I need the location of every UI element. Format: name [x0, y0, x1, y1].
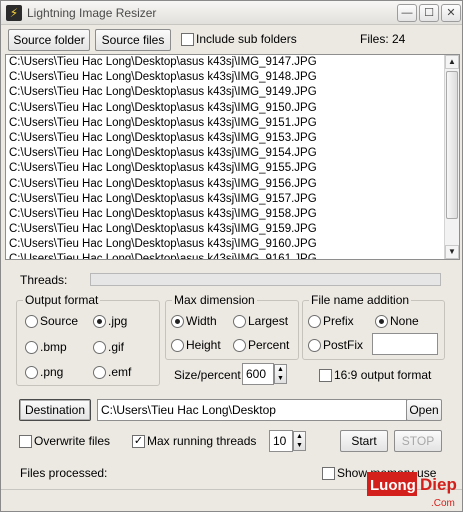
app-window: ⚡ Lightning Image Resizer — ☐ ✕ Source f… — [0, 0, 463, 512]
file-list-item[interactable]: C:\Users\Tieu Hac Long\Desktop\asus k43s… — [6, 161, 445, 176]
max-dimension-width-label: Width — [186, 314, 217, 328]
max-dimension-percent-label: Percent — [248, 338, 290, 352]
file-list-item[interactable]: C:\Users\Tieu Hac Long\Desktop\asus k43s… — [6, 55, 445, 70]
luongdiep-watermark-logo: Luong Diep .Com — [367, 472, 457, 509]
max-dimension-width-radio[interactable] — [171, 315, 184, 328]
output-format-legend: Output format — [23, 293, 101, 307]
output-format-emf-radio[interactable] — [93, 366, 106, 379]
include-subfolders-checkbox[interactable] — [181, 33, 194, 46]
max-dimension-height-label: Height — [186, 338, 221, 352]
file-list-item[interactable]: C:\Users\Tieu Hac Long\Desktop\asus k43s… — [6, 192, 445, 207]
size-percent-label: Size/percent — [174, 368, 241, 382]
title-bar[interactable]: ⚡ Lightning Image Resizer — ☐ ✕ — [1, 1, 462, 25]
overwrite-files-checkbox[interactable] — [19, 435, 32, 448]
file-list-item[interactable]: C:\Users\Tieu Hac Long\Desktop\asus k43s… — [6, 146, 445, 161]
start-button[interactable]: Start — [340, 430, 388, 452]
max-threads-input[interactable]: 10 — [269, 430, 293, 452]
scroll-down-icon[interactable]: ▼ — [445, 245, 459, 259]
open-button[interactable]: Open — [406, 399, 442, 421]
close-button[interactable]: ✕ — [441, 4, 461, 22]
minimize-button[interactable]: — — [397, 4, 417, 22]
threads-progress-bar — [90, 273, 441, 286]
file-name-postfix-radio[interactable] — [308, 339, 321, 352]
output-format-bmp-label: .bmp — [40, 340, 67, 354]
source-files-button[interactable]: Source files — [95, 29, 171, 51]
max-threads-checkbox[interactable]: ✓ — [132, 435, 145, 448]
destination-path-input[interactable]: C:\Users\Tieu Hac Long\Desktop — [97, 399, 407, 421]
file-name-prefix-label: Prefix — [323, 314, 354, 328]
output-format-emf-label: .emf — [108, 365, 132, 379]
lightning-icon: ⚡ — [6, 5, 22, 21]
max-dimension-legend: Max dimension — [172, 293, 257, 307]
watermark-word-1: Luong — [370, 477, 416, 494]
max-dimension-height-radio[interactable] — [171, 339, 184, 352]
window-title: Lightning Image Resizer — [27, 6, 157, 20]
source-folder-button[interactable]: Source folder — [8, 29, 90, 51]
watermark-word-3: .Com — [431, 498, 455, 509]
file-name-prefix-radio[interactable] — [308, 315, 321, 328]
overwrite-files-label: Overwrite files — [34, 434, 111, 448]
size-percent-stepper[interactable]: ▲ ▼ — [274, 364, 287, 384]
aspect-16-9-checkbox[interactable] — [319, 369, 332, 382]
aspect-16-9-label: 16:9 output format — [334, 368, 432, 382]
output-format-jpg-radio[interactable] — [93, 315, 106, 328]
max-dimension-percent-radio[interactable] — [233, 339, 246, 352]
maximize-button[interactable]: ☐ — [419, 4, 439, 22]
scroll-up-icon[interactable]: ▲ — [445, 55, 459, 69]
output-format-gif-label: .gif — [108, 340, 125, 354]
file-list-item[interactable]: C:\Users\Tieu Hac Long\Desktop\asus k43s… — [6, 207, 445, 222]
threads-label: Threads: — [20, 273, 68, 287]
file-listbox[interactable]: C:\Users\Tieu Hac Long\Desktop\asus k43s… — [5, 54, 460, 260]
file-name-none-radio[interactable] — [375, 315, 388, 328]
max-threads-label: Max running threads — [147, 434, 257, 448]
file-list-item[interactable]: C:\Users\Tieu Hac Long\Desktop\asus k43s… — [6, 101, 445, 116]
output-format-bmp-radio[interactable] — [25, 341, 38, 354]
output-format-png-label: .png — [40, 365, 64, 379]
files-processed-label: Files processed: — [20, 466, 108, 480]
file-list-item[interactable]: C:\Users\Tieu Hac Long\Desktop\asus k43s… — [6, 85, 445, 100]
output-format-source-radio[interactable] — [25, 315, 38, 328]
include-subfolders-label: Include sub folders — [196, 32, 297, 46]
destination-button[interactable]: Destination — [19, 399, 91, 421]
output-format-source-label: Source — [40, 314, 79, 328]
output-format-gif-radio[interactable] — [93, 341, 106, 354]
file-name-addition-legend: File name addition — [309, 293, 412, 307]
output-format-png-radio[interactable] — [25, 366, 38, 379]
file-list-item[interactable]: C:\Users\Tieu Hac Long\Desktop\asus k43s… — [6, 237, 445, 252]
max-dimension-largest-radio[interactable] — [233, 315, 246, 328]
file-name-addition-input[interactable] — [372, 333, 438, 355]
list-scrollbar[interactable]: ▲ ▼ — [444, 55, 459, 259]
file-list: C:\Users\Tieu Hac Long\Desktop\asus k43s… — [6, 55, 445, 259]
file-list-item[interactable]: C:\Users\Tieu Hac Long\Desktop\asus k43s… — [6, 252, 445, 259]
stop-button: STOP — [394, 430, 442, 452]
file-name-none-label: None — [390, 314, 419, 328]
file-list-item[interactable]: C:\Users\Tieu Hac Long\Desktop\asus k43s… — [6, 70, 445, 85]
file-list-item[interactable]: C:\Users\Tieu Hac Long\Desktop\asus k43s… — [6, 116, 445, 131]
max-threads-stepper[interactable]: ▲ ▼ — [293, 431, 306, 451]
file-list-item[interactable]: C:\Users\Tieu Hac Long\Desktop\asus k43s… — [6, 131, 445, 146]
size-percent-input[interactable]: 600 — [242, 363, 274, 385]
show-memory-checkbox[interactable] — [322, 467, 335, 480]
file-list-item[interactable]: C:\Users\Tieu Hac Long\Desktop\asus k43s… — [6, 177, 445, 192]
scroll-thumb[interactable] — [446, 71, 458, 219]
max-dimension-largest-label: Largest — [248, 314, 289, 328]
file-list-item[interactable]: C:\Users\Tieu Hac Long\Desktop\asus k43s… — [6, 222, 445, 237]
files-count: Files: 24 — [360, 32, 406, 46]
output-format-jpg-label: .jpg — [108, 314, 128, 328]
watermark-word-2: Diep — [420, 475, 457, 494]
file-name-postfix-label: PostFix — [323, 338, 364, 352]
